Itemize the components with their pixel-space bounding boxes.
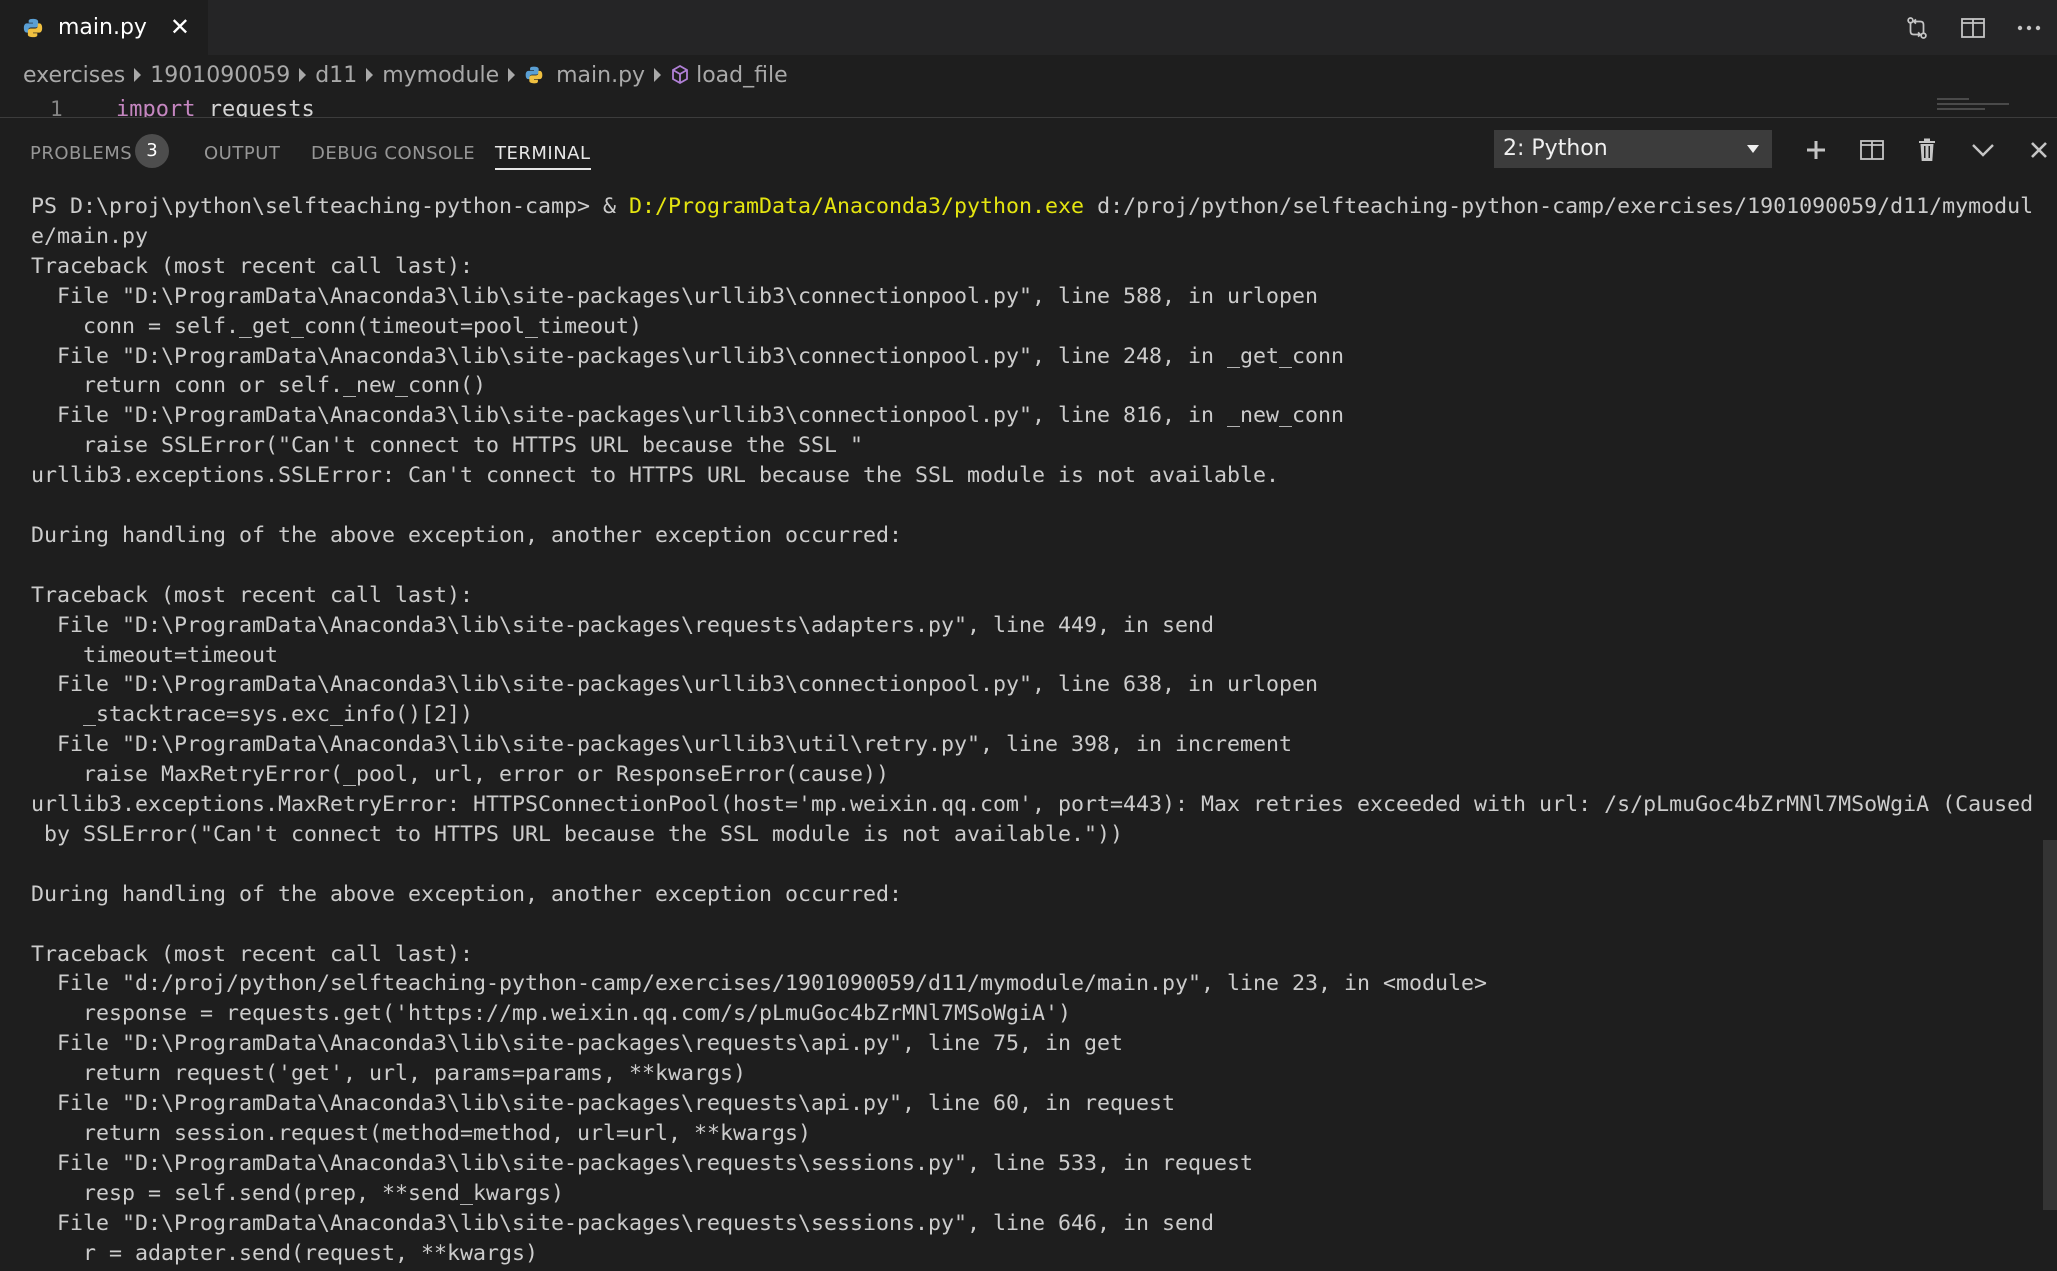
minimap[interactable]: [1937, 95, 2017, 117]
python-file-icon: [23, 18, 43, 37]
terminal-line: by SSLError("Can't connect to HTTPS URL …: [31, 821, 1124, 847]
terminal-prompt: PS D:\proj\python\selfteaching-python-ca…: [31, 194, 630, 219]
terminal-line: urllib3.exceptions.MaxRetryError: HTTPSC…: [31, 792, 2034, 817]
chevron-right-icon: [366, 68, 374, 82]
terminal-line: raise MaxRetryError(_pool, url, error or…: [31, 762, 890, 788]
breadcrumb-item-1901090059[interactable]: 1901090059: [150, 63, 290, 88]
breadcrumb-main-py-label: main.py: [556, 62, 646, 88]
breadcrumb: exercises 1901090059 d11 mymodule main.p…: [0, 55, 2057, 95]
terminal-line: return session.request(method=method, ur…: [31, 1120, 812, 1146]
tab-debug-console[interactable]: DEBUG CONSOLE: [311, 138, 475, 170]
terminal-line: _stacktrace=sys.exc_info()[2]): [31, 702, 474, 728]
terminal-line: During handling of the above exception, …: [31, 881, 903, 907]
terminal-line: raise SSLError("Can't connect to HTTPS U…: [31, 433, 864, 459]
terminal-line: File "D:\ProgramData\Anaconda3\lib\site-…: [31, 1150, 1254, 1176]
code-line: import requests: [116, 97, 315, 118]
trash-icon[interactable]: [1907, 130, 1947, 170]
chevron-right-icon: [654, 68, 662, 82]
terminal-scrollbar[interactable]: [2043, 840, 2057, 1210]
terminal-line: File "d:/proj/python/selfteaching-python…: [31, 971, 1488, 997]
split-editor-icon[interactable]: [1945, 0, 2001, 55]
terminal-line: response = requests.get('https://mp.weix…: [31, 1001, 1072, 1027]
chevron-right-icon: [134, 68, 142, 82]
chevron-down-icon[interactable]: [1963, 130, 2003, 170]
terminal-line: File "D:\ProgramData\Anaconda3\lib\site-…: [31, 343, 1345, 369]
line-number: 1: [50, 97, 63, 118]
terminal-exe-path: D:/ProgramData/Anaconda3/python.exe: [629, 194, 1085, 219]
code-module: requests: [195, 97, 315, 118]
caret-down-icon: [1747, 145, 1759, 153]
breadcrumb-item-exercises[interactable]: exercises: [23, 63, 125, 88]
breadcrumb-load-file-label: load_file: [696, 62, 788, 88]
breadcrumb-item-mymodule[interactable]: mymodule: [382, 63, 499, 88]
terminal-line: File "D:\ProgramData\Anaconda3\lib\site-…: [31, 1091, 1176, 1116]
terminal-line: File "D:\ProgramData\Anaconda3\lib\site-…: [31, 732, 1293, 758]
close-tab-icon[interactable]: ✕: [170, 12, 190, 42]
terminal-output[interactable]: PS D:\proj\python\selfteaching-python-ca…: [0, 184, 2057, 1271]
terminal-line: r = adapter.send(request, **kwargs): [31, 1240, 539, 1266]
terminal-line: File "D:\ProgramData\Anaconda3\lib\site-…: [31, 672, 1319, 698]
python-file-icon: [525, 66, 543, 84]
split-terminal-icon[interactable]: [1852, 130, 1892, 170]
terminal-line: Traceback (most recent call last):: [31, 582, 474, 608]
terminal-command-line: PS D:\proj\python\selfteaching-python-ca…: [31, 192, 2033, 222]
more-actions-icon[interactable]: [2001, 0, 2057, 55]
terminal-line: Traceback (most recent call last):: [31, 253, 474, 279]
terminal-line: return conn or self._new_conn(): [31, 373, 487, 399]
terminal-line: File "D:\ProgramData\Anaconda3\lib\site-…: [31, 403, 1345, 429]
editor-tab-main-py[interactable]: main.py ✕: [0, 0, 208, 55]
terminal-line: File "D:\ProgramData\Anaconda3\lib\site-…: [31, 1031, 1124, 1057]
terminal-line: urllib3.exceptions.SSLError: Can't conne…: [31, 463, 1280, 489]
terminal-line: e/main.py: [31, 223, 149, 249]
terminal-select[interactable]: 2: Python: [1494, 130, 1772, 168]
editor-tab-bar: main.py ✕: [0, 0, 2057, 55]
terminal-line: resp = self.send(prep, **send_kwargs): [31, 1180, 565, 1206]
breadcrumb-item-d11[interactable]: d11: [315, 63, 357, 88]
function-cube-icon: [672, 64, 688, 85]
terminal-line: During handling of the above exception, …: [31, 522, 903, 548]
terminal-script-arg: d:/proj/python/selfteaching-python-camp/…: [1084, 194, 2034, 219]
terminal-line: conn = self._get_conn(timeout=pool_timeo…: [31, 313, 643, 339]
breadcrumb-item-main-py[interactable]: main.py: [524, 63, 645, 88]
terminal-line: File "D:\ProgramData\Anaconda3\lib\site-…: [31, 1210, 1215, 1236]
chevron-right-icon: [508, 68, 516, 82]
problems-count-badge: 3: [135, 134, 169, 168]
close-panel-icon[interactable]: [2019, 130, 2057, 170]
new-terminal-icon[interactable]: [1796, 130, 1836, 170]
tab-label: main.py: [58, 15, 147, 40]
panel-header: PROBLEMS 3 OUTPUT DEBUG CONSOLE TERMINAL…: [0, 118, 2057, 184]
code-keyword: import: [116, 97, 196, 118]
terminal-select-value: 2: Python: [1503, 136, 1608, 161]
breadcrumb-item-load-file[interactable]: load_file: [670, 63, 788, 88]
terminal-line: Traceback (most recent call last):: [31, 941, 474, 967]
terminal-line: File "D:\ProgramData\Anaconda3\lib\site-…: [31, 283, 1319, 309]
tab-problems[interactable]: PROBLEMS: [30, 138, 132, 170]
code-editor[interactable]: 1 import requests: [0, 95, 2057, 118]
terminal-line: File "D:\ProgramData\Anaconda3\lib\site-…: [31, 612, 1215, 638]
terminal-line: return request('get', url, params=params…: [31, 1061, 747, 1087]
tab-output[interactable]: OUTPUT: [204, 138, 280, 170]
terminal-line: timeout=timeout: [31, 642, 279, 668]
compare-changes-icon[interactable]: [1889, 0, 1945, 55]
chevron-right-icon: [299, 68, 307, 82]
tab-terminal[interactable]: TERMINAL: [495, 138, 591, 170]
